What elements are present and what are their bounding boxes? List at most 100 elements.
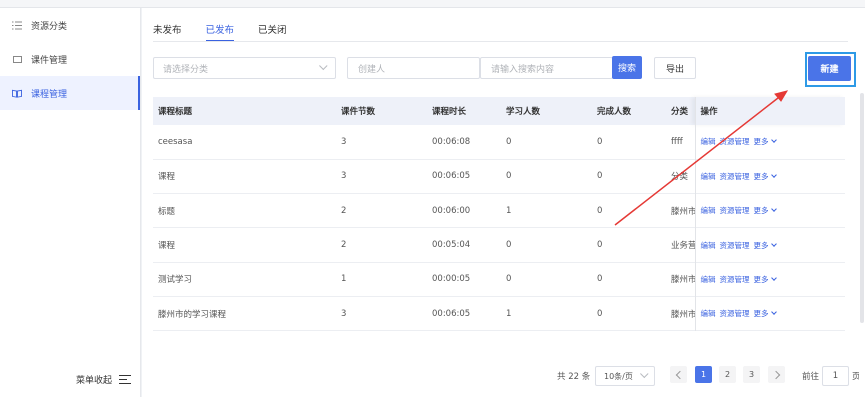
cell-completed: 0 — [597, 240, 603, 251]
cell-category: 滕州市 — [671, 275, 695, 286]
edit-link[interactable]: 编辑 — [701, 309, 716, 318]
tab-unpublished[interactable]: 未发布 — [153, 22, 182, 42]
more-dropdown[interactable]: 更多 — [753, 206, 777, 216]
more-label: 更多 — [753, 206, 769, 216]
creator-input-placeholder: 创建人 — [358, 64, 386, 75]
cell-category: 分类 — [671, 172, 689, 183]
next-page-button[interactable] — [768, 366, 785, 383]
more-label: 更多 — [753, 274, 769, 284]
cell-actions: 编辑 资源管理 更多 — [694, 296, 845, 331]
chevron-down-icon — [640, 369, 649, 379]
list-icon — [12, 20, 22, 30]
cell-duration: 00:06:05 — [432, 171, 471, 182]
more-dropdown[interactable]: 更多 — [753, 240, 777, 250]
cell-category: ffff — [671, 136, 683, 147]
edit-link[interactable]: 编辑 — [701, 275, 716, 284]
chevron-down-icon — [770, 137, 777, 144]
more-dropdown[interactable]: 更多 — [753, 309, 777, 319]
sidebar: 资源分类 课件管理 课程管理 菜单收起 — [0, 8, 141, 397]
tab-closed[interactable]: 已关闭 — [258, 22, 287, 42]
table-row: 课程 3 00:06:05 0 0 分类 编辑 资源管理 更多 — [153, 159, 845, 194]
cell-lessons: 2 — [341, 205, 347, 216]
cell-completed: 0 — [597, 171, 603, 182]
cell-learners: 1 — [506, 308, 512, 319]
column-header-category: 分类 — [671, 107, 689, 117]
cell-title: 标题 — [158, 206, 176, 217]
resource-manage-link[interactable]: 资源管理 — [720, 206, 750, 215]
tabs-divider — [153, 41, 848, 42]
cell-lessons: 1 — [341, 274, 347, 285]
top-header-strip — [0, 0, 865, 8]
status-tabs: 未发布 已发布 已关闭 — [153, 22, 287, 42]
resource-manage-link[interactable]: 资源管理 — [720, 137, 750, 146]
cell-title: 测试学习 — [158, 275, 193, 286]
search-input[interactable]: 请输入搜索内容 — [480, 57, 613, 79]
cell-lessons: 3 — [341, 136, 347, 147]
cell-category: 业务营 — [671, 241, 695, 252]
sidebar-item-courseware[interactable]: 课件管理 — [0, 42, 140, 76]
resource-manage-link[interactable]: 资源管理 — [720, 309, 750, 318]
prev-page-button[interactable] — [670, 366, 687, 383]
search-input-placeholder: 请输入搜索内容 — [491, 64, 555, 75]
page-button-1[interactable]: 1 — [695, 366, 712, 383]
chevron-down-icon — [770, 274, 777, 281]
page-size-select[interactable]: 10条/页 — [595, 366, 655, 386]
goto-page-input[interactable]: 1 — [822, 366, 849, 386]
column-header-lessons: 课件节数 — [341, 107, 376, 117]
new-course-button[interactable]: 新建 — [808, 56, 851, 81]
vertical-scrollbar[interactable] — [859, 8, 865, 397]
category-select-placeholder: 请选择分类 — [163, 64, 209, 75]
cell-lessons: 3 — [341, 171, 347, 182]
resource-manage-link[interactable]: 资源管理 — [720, 241, 750, 250]
goto-label: 前往 — [802, 372, 820, 382]
more-label: 更多 — [753, 240, 769, 250]
more-label: 更多 — [753, 171, 769, 181]
creator-input[interactable]: 创建人 — [347, 57, 480, 79]
cell-duration: 00:06:00 — [432, 205, 471, 216]
sidebar-item-course-management[interactable]: 课程管理 — [0, 76, 140, 110]
edit-link[interactable]: 编辑 — [701, 172, 716, 181]
cell-learners: 0 — [506, 136, 512, 147]
cell-title: 课程 — [158, 172, 176, 183]
cell-actions: 编辑 资源管理 更多 — [694, 227, 845, 263]
table-row: ceesasa 3 00:06:08 0 0 ffff 编辑 资源管理 更多 — [153, 125, 845, 160]
page-button-3[interactable]: 3 — [743, 366, 760, 383]
cell-learners: 0 — [506, 274, 512, 285]
page-button-2[interactable]: 2 — [719, 366, 736, 383]
table-row: 课程 2 00:05:04 0 0 业务营 编辑 资源管理 更多 — [153, 227, 845, 263]
column-header-duration: 课程时长 — [432, 107, 467, 117]
chevron-down-icon — [319, 61, 328, 71]
resource-manage-link[interactable]: 资源管理 — [720, 172, 750, 181]
table-row: 测试学习 1 00:00:05 0 0 滕州市 编辑 资源管理 更多 — [153, 262, 845, 297]
export-button[interactable]: 导出 — [654, 57, 696, 79]
scrollbar-thumb[interactable] — [860, 93, 864, 323]
sidebar-item-resource-category[interactable]: 资源分类 — [0, 8, 140, 42]
cell-learners: 0 — [506, 240, 512, 251]
pagination-total: 共 22 条 — [557, 372, 591, 382]
cell-completed: 0 — [597, 136, 603, 147]
category-select[interactable]: 请选择分类 — [153, 57, 336, 79]
sidebar-item-label: 课件管理 — [31, 55, 68, 66]
cell-completed: 0 — [597, 274, 603, 285]
more-dropdown[interactable]: 更多 — [753, 274, 777, 284]
sidebar-item-label: 课程管理 — [31, 89, 68, 100]
edit-link[interactable]: 编辑 — [701, 241, 716, 250]
table-row: 标题 2 00:06:00 1 0 滕州市 编辑 资源管理 更多 — [153, 193, 845, 228]
cell-category: 滕州市 — [671, 206, 695, 217]
chevron-down-icon — [770, 206, 777, 213]
edit-link[interactable]: 编辑 — [701, 206, 716, 215]
chevron-down-icon — [770, 309, 777, 315]
resource-manage-link[interactable]: 资源管理 — [720, 275, 750, 284]
tab-published[interactable]: 已发布 — [205, 22, 234, 42]
more-label: 更多 — [753, 309, 769, 319]
more-dropdown[interactable]: 更多 — [753, 137, 777, 147]
search-button[interactable]: 搜索 — [612, 56, 642, 79]
edit-link[interactable]: 编辑 — [701, 137, 716, 146]
more-label: 更多 — [753, 137, 769, 147]
column-header-learners: 学习人数 — [506, 107, 541, 117]
page-size-value: 10条/页 — [604, 371, 633, 381]
cell-title: ceesasa — [158, 136, 193, 147]
menu-collapse-button[interactable]: 菜单收起 — [76, 373, 132, 386]
more-dropdown[interactable]: 更多 — [753, 171, 777, 181]
menu-collapse-label: 菜单收起 — [76, 376, 113, 386]
